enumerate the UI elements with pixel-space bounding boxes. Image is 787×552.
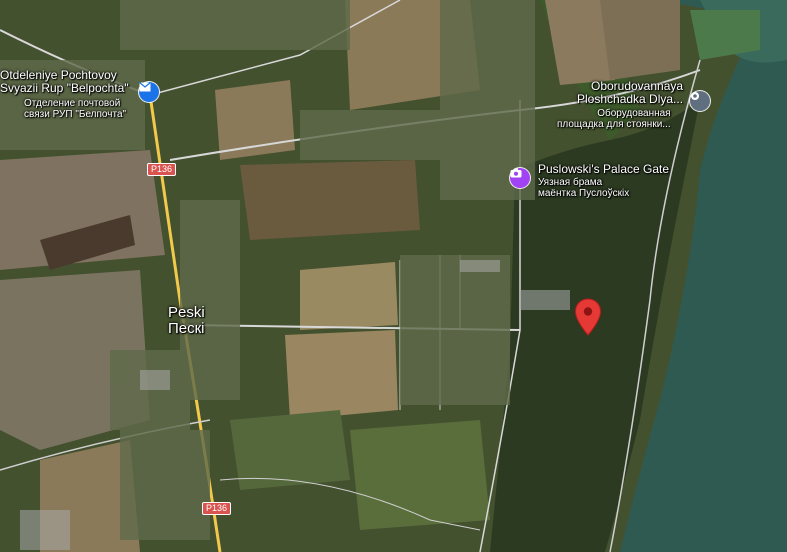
poi-local-label-parking: Оборудованная площадка для стоянки... (557, 108, 671, 130)
road-shield: P136 (202, 502, 232, 515)
camera-icon[interactable] (510, 168, 530, 188)
town-local-name: Пескі (168, 320, 205, 337)
poi-local-line1: Уязная брама (538, 177, 603, 188)
location-icon[interactable] (690, 91, 710, 111)
poi-local-label-post-office: Отделение почтовой связи РУП "Белпочта" (24, 98, 126, 120)
poi-name-line2: Ploshchadka Dlya... (577, 92, 684, 106)
mail-icon[interactable] (139, 82, 159, 102)
town-name: Peski (168, 304, 205, 321)
poi-local-line1: Отделение почтовой (24, 98, 121, 109)
satellite-map[interactable]: Otdeleniye Pochtovoy Svyazii Rup "Belpoc… (0, 0, 787, 552)
poi-name-line2: Svyazii Rup "Belpochta" (0, 81, 129, 95)
poi-label-palace-gate[interactable]: Puslowski's Palace Gate (538, 163, 669, 176)
poi-local-line2: связи РУП "Белпочта" (24, 109, 127, 120)
town-label: Peski Пескі (168, 305, 205, 337)
poi-local-line1: Оборудованная (597, 108, 671, 119)
poi-local-line2: маёнтка Пуслоўскіх (538, 188, 630, 199)
poi-local-line2: площадка для стоянки... (557, 119, 671, 130)
poi-label-parking[interactable]: Oborudovannaya Ploshchadka Dlya... (577, 80, 683, 106)
road-shield: P136 (147, 163, 177, 176)
poi-local-label-palace-gate: Уязная брама маёнтка Пуслоўскіх (538, 177, 629, 199)
poi-label-post-office[interactable]: Otdeleniye Pochtovoy Svyazii Rup "Belpoc… (0, 69, 129, 95)
poi-name-line1: Puslowski's Palace Gate (538, 162, 670, 176)
